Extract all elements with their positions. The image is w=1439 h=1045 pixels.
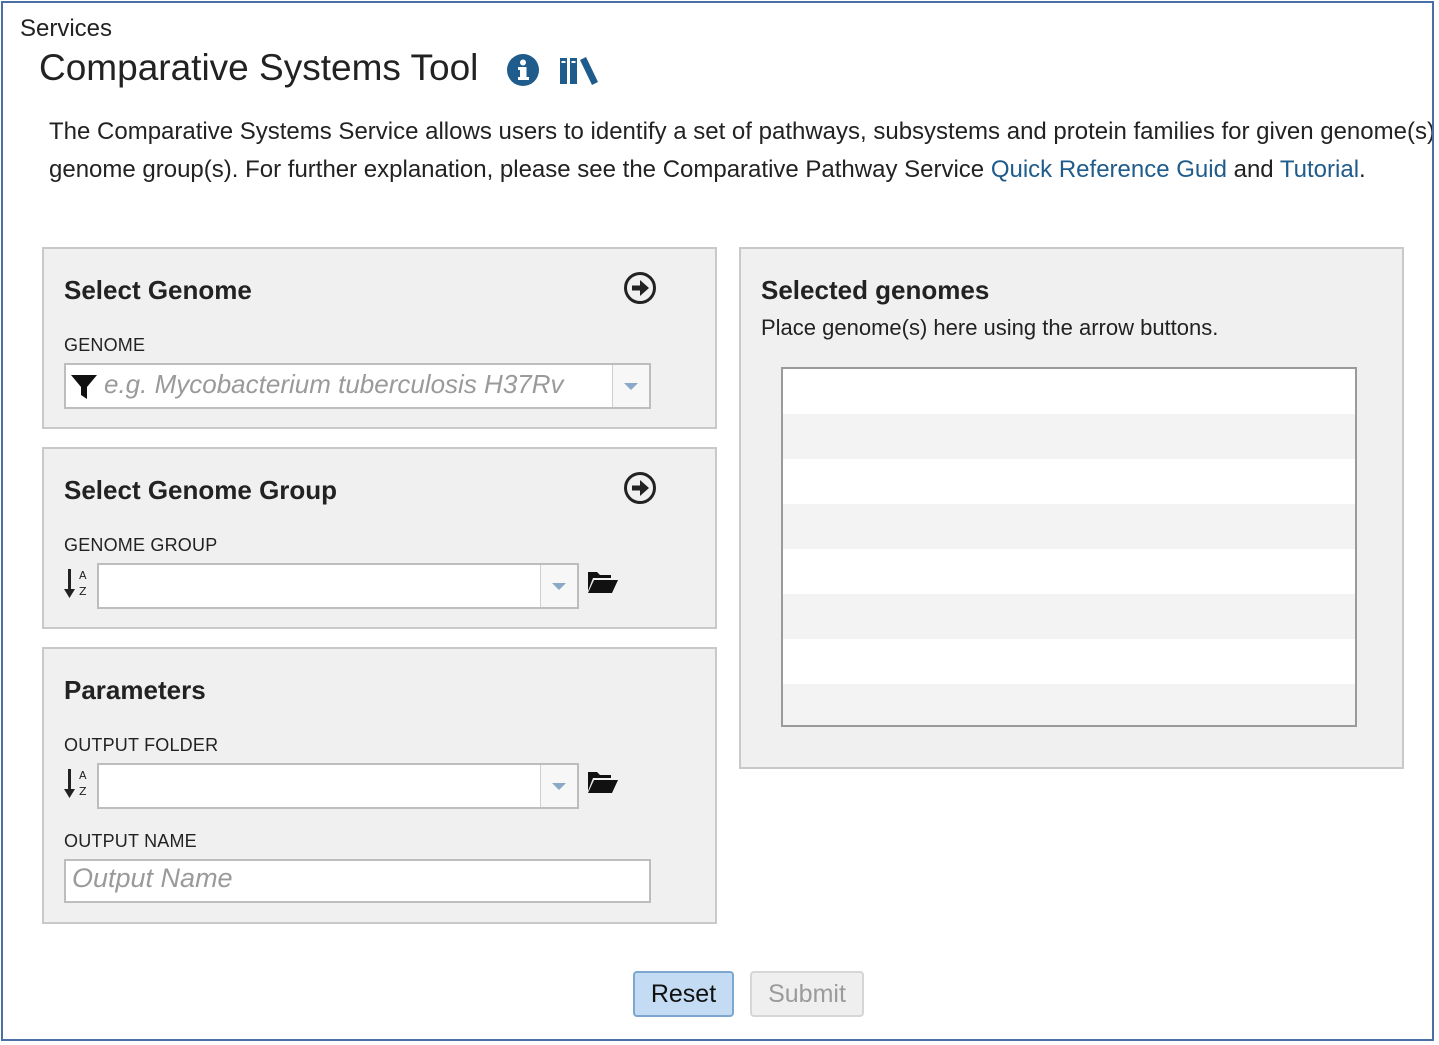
svg-text:A: A: [79, 569, 87, 582]
genome-dropdown-button[interactable]: [612, 365, 649, 407]
add-genome-arrow-icon[interactable]: [623, 271, 657, 305]
svg-text:Z: Z: [79, 785, 87, 798]
output-name-label: OUTPUT NAME: [64, 831, 197, 851]
grid-row[interactable]: [783, 549, 1355, 594]
output-name-input[interactable]: Output Name: [64, 859, 651, 903]
sort-alpha-icon[interactable]: A Z: [64, 767, 92, 801]
parameters-panel: Parameters OUTPUT FOLDER A Z OUTPUT NAME…: [42, 647, 717, 924]
description-text-end: .: [1359, 156, 1366, 183]
reset-button[interactable]: Reset: [633, 971, 734, 1017]
selected-genomes-panel: Selected genomes Place genome(s) here us…: [739, 247, 1404, 769]
quick-reference-link[interactable]: Quick Reference Guid: [991, 156, 1227, 183]
folder-open-icon[interactable]: [587, 569, 619, 595]
page-title: Comparative Systems Tool: [39, 47, 479, 88]
output-folder-select[interactable]: [97, 763, 579, 809]
add-genome-group-arrow-icon[interactable]: [623, 471, 657, 505]
output-folder-label: OUTPUT FOLDER: [64, 735, 219, 755]
tutorial-link[interactable]: Tutorial: [1280, 156, 1359, 183]
filter-icon: [71, 375, 97, 399]
select-genome-panel: Select Genome GENOME e.g. Mycobacterium …: [42, 247, 717, 429]
service-description: The Comparative Systems Service allows u…: [49, 113, 1432, 189]
chevron-down-icon: [624, 382, 638, 390]
chevron-down-icon: [552, 582, 566, 590]
books-icon[interactable]: [558, 54, 602, 86]
service-page: Services Comparative Systems Tool The Co…: [1, 1, 1434, 1041]
select-genome-group-title: Select Genome Group: [64, 475, 338, 505]
select-genome-group-panel: Select Genome Group GENOME GROUP A Z: [42, 447, 717, 629]
grid-row[interactable]: [783, 684, 1355, 725]
selected-genomes-hint: Place genome(s) here using the arrow but…: [761, 315, 1219, 340]
genome-placeholder: e.g. Mycobacterium tuberculosis H37Rv: [104, 369, 564, 399]
genome-group-field-label: GENOME GROUP: [64, 535, 218, 555]
output-folder-dropdown-button[interactable]: [540, 765, 577, 807]
genome-group-dropdown-button[interactable]: [540, 565, 577, 607]
svg-text:Z: Z: [79, 585, 87, 598]
svg-text:A: A: [79, 769, 87, 782]
description-text-and: and: [1226, 156, 1280, 183]
grid-row[interactable]: [783, 594, 1355, 639]
genome-group-select[interactable]: [97, 563, 579, 609]
submit-button[interactable]: Submit: [750, 971, 864, 1017]
selected-genomes-title: Selected genomes: [761, 275, 990, 305]
genome-field-label: GENOME: [64, 335, 146, 355]
selected-genomes-grid[interactable]: [781, 367, 1357, 727]
folder-open-icon[interactable]: [587, 769, 619, 795]
grid-row[interactable]: [783, 459, 1355, 504]
grid-row[interactable]: [783, 369, 1355, 414]
breadcrumb[interactable]: Services: [20, 15, 112, 43]
chevron-down-icon: [552, 782, 566, 790]
parameters-title: Parameters: [64, 675, 206, 705]
grid-row[interactable]: [783, 414, 1355, 459]
grid-row[interactable]: [783, 639, 1355, 684]
grid-row[interactable]: [783, 504, 1355, 549]
sort-alpha-icon[interactable]: A Z: [64, 567, 92, 601]
title-icons: [506, 53, 602, 87]
select-genome-title: Select Genome: [64, 275, 252, 305]
info-icon[interactable]: [506, 53, 540, 87]
genome-select[interactable]: e.g. Mycobacterium tuberculosis H37Rv: [64, 363, 651, 409]
output-name-placeholder: Output Name: [72, 863, 233, 893]
